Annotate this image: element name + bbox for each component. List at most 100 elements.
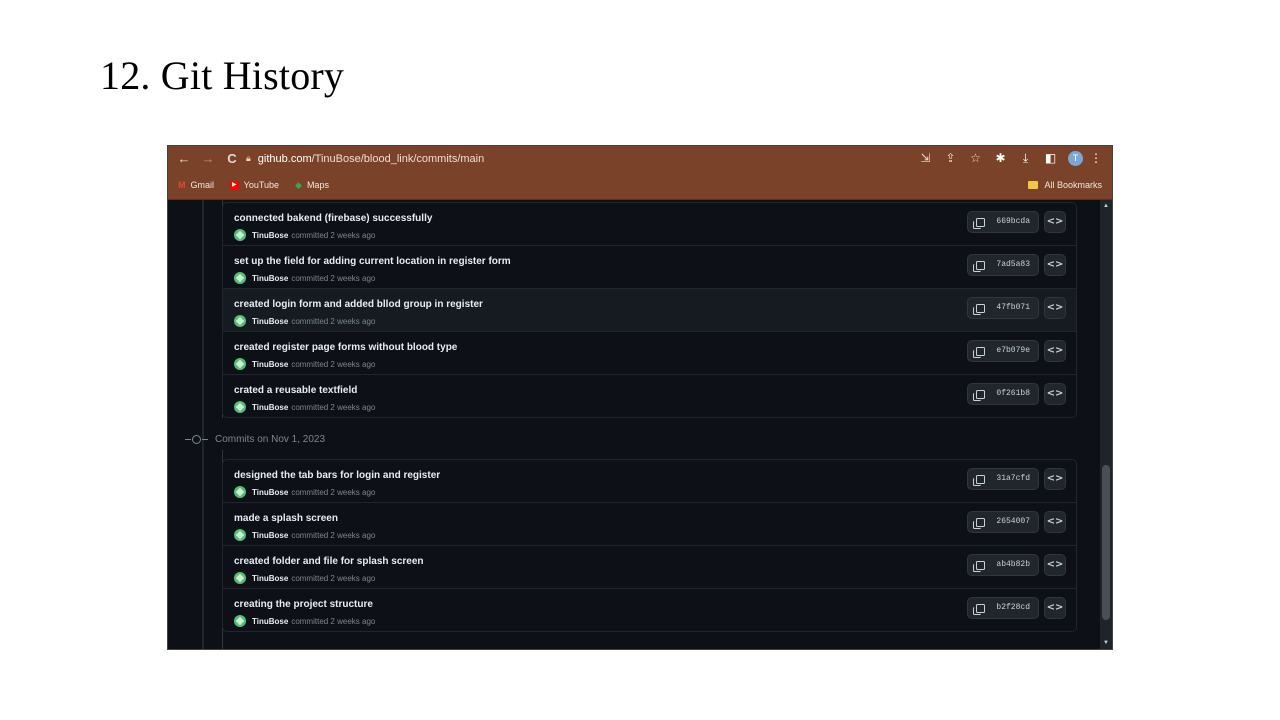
commit-sha-link[interactable]: 7ad5a83 bbox=[992, 255, 1038, 275]
copy-sha-button[interactable] bbox=[968, 512, 992, 532]
commit-message[interactable]: set up the field for adding current loca… bbox=[234, 256, 511, 267]
folder-icon bbox=[1028, 181, 1039, 189]
avatar[interactable] bbox=[234, 486, 246, 498]
avatar[interactable] bbox=[234, 401, 246, 413]
avatar[interactable] bbox=[234, 529, 246, 541]
avatar[interactable] bbox=[234, 229, 246, 241]
commit-author[interactable]: TinuBose bbox=[252, 274, 288, 283]
commit-sha-link[interactable]: e7b079e bbox=[992, 341, 1038, 361]
commit-group-heading: Commits on Nov 1, 2023 bbox=[185, 434, 325, 445]
forward-icon[interactable]: → bbox=[196, 146, 220, 171]
browse-repo-button[interactable]: <> bbox=[1044, 211, 1066, 233]
back-icon[interactable]: ← bbox=[172, 146, 196, 171]
browse-repo-button[interactable]: <> bbox=[1044, 340, 1066, 362]
commit-author[interactable]: TinuBose bbox=[252, 231, 288, 240]
commit-sha-link[interactable]: ab4b82b bbox=[992, 555, 1038, 575]
commit-sha-link[interactable]: 47fb071 bbox=[992, 298, 1038, 318]
maps-icon: ◆ bbox=[295, 179, 302, 190]
gmail-icon: M bbox=[178, 180, 186, 190]
copy-sha-button[interactable] bbox=[968, 212, 992, 232]
browse-repo-button[interactable]: <> bbox=[1044, 468, 1066, 490]
bookmark-star-icon[interactable]: ☆ bbox=[963, 146, 988, 171]
sha-button-group: 669bcda bbox=[967, 211, 1039, 233]
commit-time: committed 2 weeks ago bbox=[291, 273, 376, 283]
bookmark-gmail[interactable]: M Gmail bbox=[178, 180, 214, 190]
scroll-thumb[interactable] bbox=[1102, 465, 1110, 620]
commits-page: connected bakend (firebase) successfully… bbox=[168, 200, 1100, 649]
commit-sha-link[interactable]: b2f28cd bbox=[992, 598, 1038, 618]
commit-sha-link[interactable]: 2654007 bbox=[992, 512, 1038, 532]
commit-time: committed 2 weeks ago bbox=[291, 573, 376, 583]
extensions-icon[interactable]: ✱ bbox=[988, 146, 1013, 171]
commit-sha-link[interactable]: 0f261b8 bbox=[992, 384, 1038, 404]
copy-sha-button[interactable] bbox=[968, 384, 992, 404]
commit-author[interactable]: TinuBose bbox=[252, 488, 288, 497]
browse-repo-button[interactable]: <> bbox=[1044, 254, 1066, 276]
commit-message[interactable]: connected bakend (firebase) successfully bbox=[234, 213, 432, 224]
sha-button-group: ab4b82b bbox=[967, 554, 1039, 576]
browse-repo-button[interactable]: <> bbox=[1044, 554, 1066, 576]
copy-sha-button[interactable] bbox=[968, 598, 992, 618]
share-icon[interactable]: ⇪ bbox=[938, 146, 963, 171]
commit-time: committed 2 weeks ago bbox=[291, 530, 376, 540]
commit-time: committed 2 weeks ago bbox=[291, 230, 376, 240]
timeline-line bbox=[202, 200, 204, 649]
browse-repo-button[interactable]: <> bbox=[1044, 511, 1066, 533]
commit-author[interactable]: TinuBose bbox=[252, 574, 288, 583]
commit-author[interactable]: TinuBose bbox=[252, 360, 288, 369]
copy-sha-button[interactable] bbox=[968, 555, 992, 575]
install-app-icon[interactable]: ⇲ bbox=[913, 146, 938, 171]
all-bookmarks[interactable]: All Bookmarks bbox=[1028, 171, 1102, 199]
avatar[interactable] bbox=[234, 358, 246, 370]
browse-repo-button[interactable]: <> bbox=[1044, 597, 1066, 619]
scroll-up-arrow-icon[interactable]: ▲ bbox=[1100, 200, 1112, 212]
scroll-down-arrow-icon[interactable]: ▼ bbox=[1100, 637, 1112, 649]
commit-actions: 31a7cfd <> bbox=[967, 468, 1066, 490]
commit-sha-link[interactable]: 669bcda bbox=[992, 212, 1038, 232]
commit-message[interactable]: crated a reusable textfield bbox=[234, 385, 357, 396]
browser-window: ← → C 🔒︎ github.com/TinuBose/blood_link/… bbox=[168, 146, 1112, 649]
copy-sha-button[interactable] bbox=[968, 341, 992, 361]
copy-sha-button[interactable] bbox=[968, 298, 992, 318]
commit-message[interactable]: designed the tab bars for login and regi… bbox=[234, 470, 440, 481]
menu-icon[interactable]: ⋮ bbox=[1088, 146, 1104, 171]
commit-message[interactable]: created login form and added bllod group… bbox=[234, 299, 483, 310]
commit-actions: 2654007 <> bbox=[967, 511, 1066, 533]
commit-author[interactable]: TinuBose bbox=[252, 617, 288, 626]
commit-author[interactable]: TinuBose bbox=[252, 403, 288, 412]
bookmark-youtube[interactable]: ▶ YouTube bbox=[230, 180, 279, 190]
avatar[interactable] bbox=[234, 572, 246, 584]
side-panel-icon[interactable]: ◧ bbox=[1038, 146, 1063, 171]
scrollbar[interactable]: ▲ ▼ bbox=[1100, 200, 1112, 649]
bookmark-label: Maps bbox=[306, 180, 329, 190]
commit-message[interactable]: created folder and file for splash scree… bbox=[234, 556, 424, 567]
profile-avatar[interactable]: T bbox=[1068, 151, 1083, 166]
download-icon[interactable]: ⤓ bbox=[1013, 146, 1038, 171]
copy-icon bbox=[972, 217, 985, 229]
lock-icon: 🔒︎ bbox=[246, 153, 251, 163]
commit-meta: TinuBose committed 2 weeks ago bbox=[234, 315, 375, 327]
sha-button-group: b2f28cd bbox=[967, 597, 1039, 619]
copy-icon bbox=[972, 389, 985, 401]
browse-repo-button[interactable]: <> bbox=[1044, 383, 1066, 405]
address-bar[interactable]: 🔒︎ github.com/TinuBose/blood_link/commit… bbox=[246, 149, 991, 168]
commit-time: committed 2 weeks ago bbox=[291, 316, 376, 326]
reload-icon[interactable]: C bbox=[220, 146, 244, 171]
avatar[interactable] bbox=[234, 615, 246, 627]
browse-repo-button[interactable]: <> bbox=[1044, 297, 1066, 319]
commit-author[interactable]: TinuBose bbox=[252, 317, 288, 326]
commit-meta: TinuBose committed 2 weeks ago bbox=[234, 229, 375, 241]
avatar[interactable] bbox=[234, 315, 246, 327]
copy-sha-button[interactable] bbox=[968, 255, 992, 275]
commit-message[interactable]: creating the project structure bbox=[234, 599, 373, 610]
copy-sha-button[interactable] bbox=[968, 469, 992, 489]
commit-time: committed 2 weeks ago bbox=[291, 487, 376, 497]
commit-message[interactable]: made a splash screen bbox=[234, 513, 338, 524]
commit-author[interactable]: TinuBose bbox=[252, 531, 288, 540]
commit-sha-link[interactable]: 31a7cfd bbox=[992, 469, 1038, 489]
commit-message[interactable]: created register page forms without bloo… bbox=[234, 342, 457, 353]
bookmark-maps[interactable]: ◆ Maps bbox=[295, 180, 329, 191]
address-url[interactable]: github.com/TinuBose/blood_link/commits/m… bbox=[258, 153, 484, 165]
avatar[interactable] bbox=[234, 272, 246, 284]
toolbar-actions: ⇲ ⇪ ☆ ✱ ⤓ ◧ T ⋮ bbox=[913, 146, 1104, 171]
